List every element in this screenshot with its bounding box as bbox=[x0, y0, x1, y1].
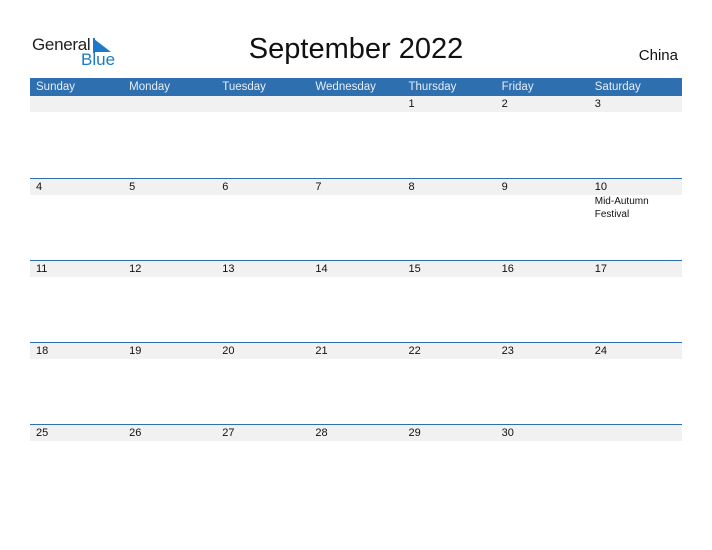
day-cell: 28 bbox=[315, 427, 328, 439]
weekday-friday: Friday bbox=[501, 81, 534, 93]
week-row: 25 26 27 28 29 30 bbox=[30, 424, 682, 506]
day-cell: 29 bbox=[408, 427, 421, 439]
day-cell: 11 bbox=[36, 263, 48, 275]
day-cell bbox=[309, 96, 402, 112]
day-cell: 23 bbox=[501, 345, 514, 357]
day-cell: 24 bbox=[594, 345, 607, 357]
holiday-event: Mid-Autumn Festival bbox=[594, 196, 649, 220]
day-cell: 26 bbox=[129, 427, 142, 439]
country-label: China bbox=[638, 47, 678, 64]
day-cell: 9 bbox=[501, 181, 508, 193]
week-row: 11 12 13 14 15 16 17 bbox=[30, 260, 682, 342]
weekday-saturday: Saturday bbox=[594, 81, 641, 93]
weekday-thursday: Thursday bbox=[408, 81, 457, 93]
day-cell: 16 bbox=[501, 263, 514, 275]
day-number: 10 bbox=[594, 181, 607, 193]
week-row: 1 2 3 bbox=[30, 96, 682, 178]
day-cell: 30 bbox=[501, 427, 514, 439]
week-row: 18 19 20 21 22 23 24 bbox=[30, 342, 682, 424]
weekday-tuesday: Tuesday bbox=[222, 81, 266, 93]
page-title: September 2022 bbox=[248, 33, 464, 65]
day-cell: 17 bbox=[594, 263, 607, 275]
day-cell: 14 bbox=[315, 263, 328, 275]
day-cell: 22 bbox=[408, 345, 421, 357]
day-cell: 8 bbox=[408, 181, 415, 193]
calendar-grid: Sunday Monday Tuesday Wednesday Thursday… bbox=[30, 78, 682, 506]
day-cell: 19 bbox=[129, 345, 142, 357]
day-cell bbox=[123, 96, 216, 112]
day-cell: 2 bbox=[501, 98, 508, 110]
weekday-sunday: Sunday bbox=[36, 81, 76, 93]
week-row: 4 5 6 7 8 9 10 Mid-Autumn Festival bbox=[30, 178, 682, 260]
weekday-header: Sunday Monday Tuesday Wednesday Thursday… bbox=[30, 78, 682, 96]
day-cell: 27 bbox=[222, 427, 235, 439]
day-cell bbox=[30, 96, 123, 112]
day-cell: 5 bbox=[129, 181, 136, 193]
day-cell: 7 bbox=[315, 181, 322, 193]
day-cell: 13 bbox=[222, 263, 235, 275]
day-cell: 21 bbox=[315, 345, 328, 357]
day-cell: 1 bbox=[408, 98, 415, 110]
day-cell: 4 bbox=[36, 181, 43, 193]
weekday-wednesday: Wednesday bbox=[315, 81, 376, 93]
day-cell: 15 bbox=[408, 263, 421, 275]
day-cell: 6 bbox=[222, 181, 229, 193]
day-cell: 10 Mid-Autumn Festival bbox=[589, 179, 682, 220]
day-cell: 20 bbox=[222, 345, 235, 357]
day-cell bbox=[216, 96, 309, 112]
day-cell: 3 bbox=[594, 98, 601, 110]
weekday-monday: Monday bbox=[129, 81, 171, 93]
day-cell bbox=[589, 425, 682, 441]
day-cell: 12 bbox=[129, 263, 142, 275]
day-cell: 25 bbox=[36, 427, 49, 439]
day-cell: 18 bbox=[36, 345, 49, 357]
